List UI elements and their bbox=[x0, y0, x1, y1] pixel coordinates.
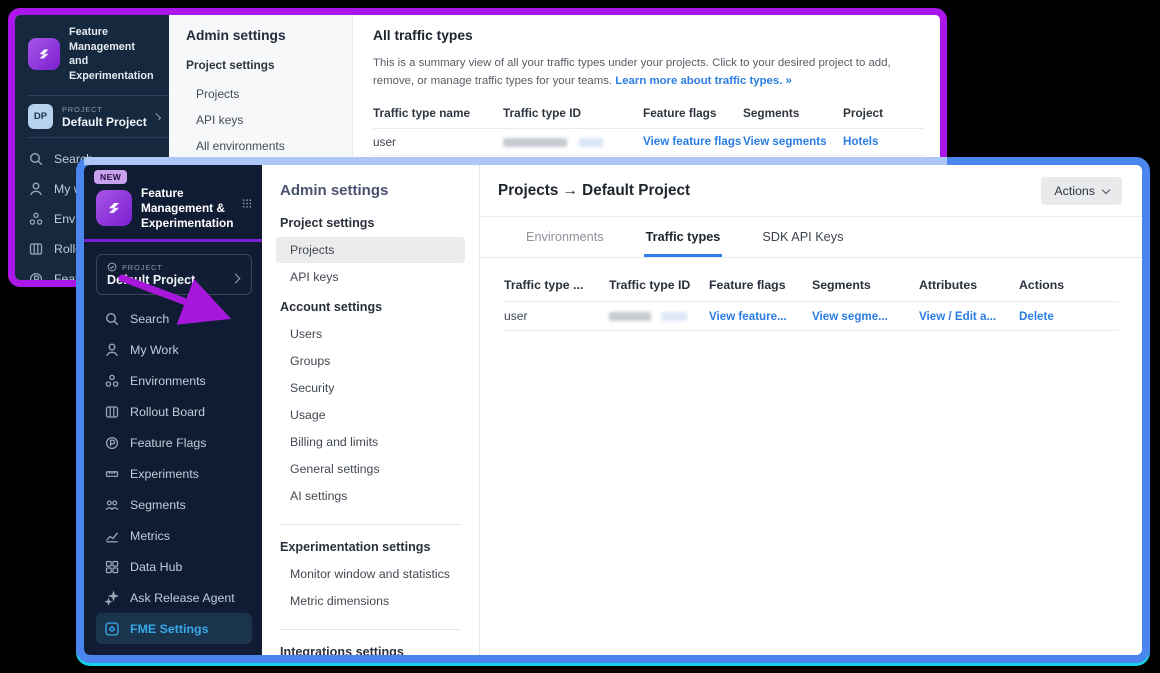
fme-logo-icon bbox=[96, 190, 132, 226]
front-brand-name: Feature Management & Experimentation bbox=[141, 186, 233, 231]
sidebar-item-experiments[interactable]: Experiments bbox=[96, 458, 252, 489]
tab-sdk-api-keys[interactable]: SDK API Keys bbox=[760, 217, 845, 257]
project-label: PROJECT bbox=[122, 263, 163, 272]
environments-icon bbox=[28, 211, 44, 227]
apps-grid-icon[interactable] bbox=[242, 196, 252, 211]
nav-item-api-keys[interactable]: API keys bbox=[276, 264, 465, 290]
view-segments-link[interactable]: View segments bbox=[743, 135, 843, 148]
sidebar-item-fme-settings[interactable]: FME Settings bbox=[96, 613, 252, 644]
nav-item-general-settings[interactable]: General settings bbox=[276, 456, 465, 482]
view-edit-attributes-link[interactable]: View / Edit a... bbox=[919, 310, 1019, 323]
table-header-row: Traffic type name Traffic type ID Featur… bbox=[373, 100, 924, 129]
table-header-row: Traffic type ... Traffic type ID Feature… bbox=[504, 270, 1118, 302]
nav-divider bbox=[280, 524, 461, 525]
project-badge: DP bbox=[28, 104, 53, 129]
experiments-icon bbox=[104, 466, 120, 482]
user-icon bbox=[28, 181, 44, 197]
segments-icon bbox=[104, 497, 120, 513]
front-admin-nav: Admin settings Project settings Projects… bbox=[262, 165, 480, 655]
data-hub-icon bbox=[104, 559, 120, 575]
learn-more-link[interactable]: Learn more about traffic types. » bbox=[615, 75, 792, 87]
sidebar-item-ask-release-agent[interactable]: Ask Release Agent bbox=[96, 582, 252, 613]
sidebar-item-data-hub[interactable]: Data Hub bbox=[96, 551, 252, 582]
front-project-switcher[interactable]: PROJECT Default Project bbox=[96, 254, 252, 295]
tab-bar: Environments Traffic types SDK API Keys bbox=[480, 217, 1142, 258]
user-icon bbox=[104, 342, 120, 358]
front-sidebar: NEW Feature Management & Experimentation… bbox=[84, 165, 262, 655]
back-brand-name: Feature Management and Experimentation bbox=[69, 25, 161, 83]
project-label: PROJECT bbox=[62, 105, 147, 114]
view-feature-flags-link[interactable]: View feature flags bbox=[643, 135, 743, 148]
delete-link[interactable]: Delete bbox=[1019, 310, 1118, 323]
nav-item-monitor-window[interactable]: Monitor window and statistics bbox=[276, 561, 465, 587]
chevron-down-icon bbox=[1102, 186, 1110, 194]
tab-environments[interactable]: Environments bbox=[524, 217, 606, 257]
nav-item-all-environments[interactable]: All environments bbox=[169, 133, 352, 159]
nav-item-projects[interactable]: Projects bbox=[169, 81, 352, 107]
nav-item-ai-settings[interactable]: AI settings bbox=[276, 483, 465, 509]
nav-item-projects[interactable]: Projects bbox=[276, 237, 465, 263]
view-feature-flags-link[interactable]: View feature... bbox=[709, 310, 812, 323]
table-row: user View feature flags View segments Ho… bbox=[373, 129, 924, 156]
front-sidebar-items: Search My Work Environments Rollout Boar… bbox=[96, 303, 252, 644]
nav-item-groups[interactable]: Groups bbox=[276, 348, 465, 374]
fme-logo-icon bbox=[28, 38, 60, 70]
feature-flags-icon bbox=[104, 435, 120, 451]
nav-section-experimentation-settings: Experimentation settings bbox=[280, 540, 465, 554]
breadcrumb: Projects → Default Project bbox=[498, 182, 690, 200]
admin-settings-title: Admin settings bbox=[280, 182, 465, 199]
redacted-id bbox=[609, 309, 709, 323]
nav-section-project-settings: Project settings bbox=[169, 58, 352, 72]
view-segments-link[interactable]: View segme... bbox=[812, 310, 919, 323]
sparkle-icon bbox=[104, 590, 120, 606]
project-name: Default Project bbox=[62, 115, 147, 129]
nav-section-integrations-settings: Integrations settings bbox=[280, 645, 465, 659]
search-icon bbox=[104, 311, 120, 327]
nav-section-project-settings: Project settings bbox=[280, 216, 465, 230]
front-main-content: Projects → Default Project Actions Envir… bbox=[480, 165, 1142, 655]
check-circle-icon bbox=[107, 262, 117, 272]
feature-flags-icon bbox=[28, 271, 44, 287]
tab-traffic-types[interactable]: Traffic types bbox=[644, 217, 723, 257]
sidebar-item-environments[interactable]: Environments bbox=[96, 365, 252, 396]
nav-item-billing-and-limits[interactable]: Billing and limits bbox=[276, 429, 465, 455]
chevron-right-icon bbox=[154, 113, 161, 120]
back-brand: Feature Management and Experimentation bbox=[28, 25, 169, 83]
table-row: user View feature... View segme... View … bbox=[504, 302, 1118, 331]
nav-item-api-keys[interactable]: API keys bbox=[169, 107, 352, 133]
sidebar-item-rollout-board[interactable]: Rollout Board bbox=[96, 396, 252, 427]
traffic-types-table: Traffic type ... Traffic type ID Feature… bbox=[480, 258, 1142, 331]
project-link[interactable]: Hotels bbox=[843, 135, 924, 148]
brand-divider bbox=[84, 239, 262, 242]
board-icon bbox=[104, 404, 120, 420]
nav-item-users[interactable]: Users bbox=[276, 321, 465, 347]
back-project-switcher[interactable]: DP PROJECT Default Project bbox=[28, 95, 169, 138]
nav-item-usage[interactable]: Usage bbox=[276, 402, 465, 428]
new-badge: NEW bbox=[94, 170, 127, 184]
main-header: Projects → Default Project Actions bbox=[480, 165, 1142, 217]
admin-settings-title: Admin settings bbox=[169, 28, 352, 43]
page-description: This is a summary view of all your traff… bbox=[373, 54, 924, 91]
page-title: All traffic types bbox=[373, 28, 924, 43]
project-name: Default Project bbox=[107, 273, 241, 287]
front-brand: Feature Management & Experimentation bbox=[96, 186, 252, 231]
sidebar-item-feature-flags[interactable]: Feature Flags bbox=[96, 427, 252, 458]
nav-item-security[interactable]: Security bbox=[276, 375, 465, 401]
metrics-icon bbox=[104, 528, 120, 544]
sidebar-item-search[interactable]: Search bbox=[96, 303, 252, 334]
redacted-id bbox=[503, 135, 643, 149]
nav-divider bbox=[280, 629, 461, 630]
nav-item-metric-dimensions[interactable]: Metric dimensions bbox=[276, 588, 465, 614]
search-icon bbox=[28, 151, 44, 167]
board-icon bbox=[28, 241, 44, 257]
nav-section-account-settings: Account settings bbox=[280, 300, 465, 314]
sidebar-item-segments[interactable]: Segments bbox=[96, 489, 252, 520]
environments-icon bbox=[104, 373, 120, 389]
fme-settings-icon bbox=[104, 621, 120, 637]
actions-button[interactable]: Actions bbox=[1041, 177, 1122, 205]
sidebar-item-metrics[interactable]: Metrics bbox=[96, 520, 252, 551]
desktop-background: Feature Management and Experimentation D… bbox=[0, 0, 1160, 673]
sidebar-item-my-work[interactable]: My Work bbox=[96, 334, 252, 365]
front-screenshot-window: NEW Feature Management & Experimentation… bbox=[76, 157, 1150, 663]
